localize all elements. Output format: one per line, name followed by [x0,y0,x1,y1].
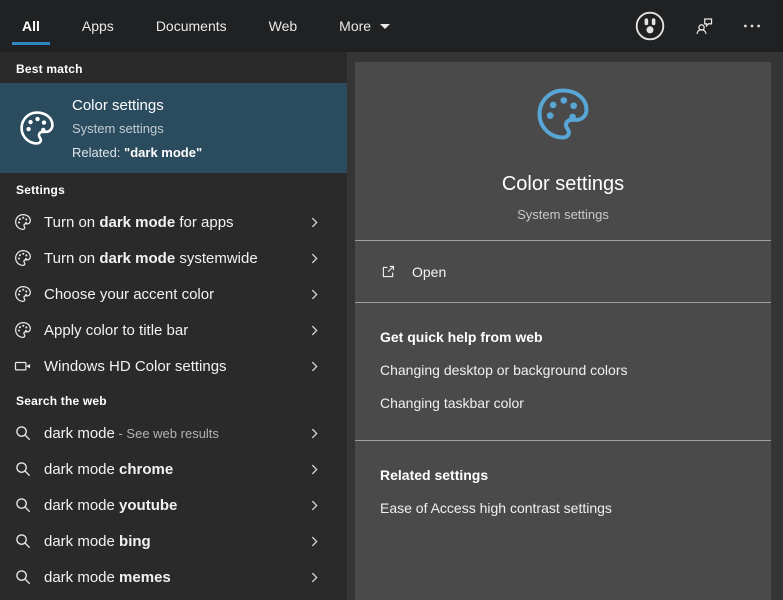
chevron-right-icon [307,570,322,585]
chevron-right-icon [307,426,322,441]
open-external-icon [380,263,397,280]
section-header: Search the web [0,384,347,415]
open-label: Open [412,264,446,280]
chevron-right-icon [307,534,322,549]
preview-subtitle: System settings [355,207,771,222]
best-match-related: Related: "dark mode" [72,145,202,160]
chevron-right-icon [307,498,322,513]
search-result-item[interactable]: dark mode bing [0,523,347,559]
search-icon [13,567,33,587]
search-icon [13,423,33,443]
search-result-item[interactable]: dark mode chrome [0,451,347,487]
search-result-item[interactable]: Turn on dark mode for apps [0,204,347,240]
chevron-right-icon [307,323,322,338]
tab-more[interactable]: More [329,0,400,52]
search-result-item[interactable]: Apply color to title bar [0,312,347,348]
chevron-right-icon [307,287,322,302]
filter-tabs: All Apps Documents Web More [12,0,422,52]
palette-icon [13,212,33,232]
search-result-item[interactable]: Choose your accent color [0,276,347,312]
topbar-actions [633,0,783,52]
result-label: dark mode - See web results [44,425,219,442]
help-link[interactable]: Ease of Access high contrast settings [380,500,612,516]
result-label: Windows HD Color settings [44,358,227,375]
search-result-item[interactable]: dark mode - See web results [0,415,347,451]
preview-section: Get quick help from web Changing desktop … [355,303,771,440]
chevron-right-icon [307,215,322,230]
help-link[interactable]: Changing desktop or background colors [380,362,628,378]
search-result-item[interactable]: Turn on dark mode systemwide [0,240,347,276]
chevron-right-icon [307,462,322,477]
search-icon [13,459,33,479]
section-header: Settings [0,173,347,204]
result-label: dark mode chrome [44,461,173,478]
tab-label: Web [269,18,298,34]
search-icon [13,495,33,515]
palette-icon [13,248,33,268]
preview-section-header: Related settings [380,467,747,483]
tab-label: All [22,18,40,34]
ellipsis-icon[interactable] [741,15,763,37]
best-match-result[interactable]: Color settings System settings Related: … [0,83,347,173]
palette-icon [530,82,596,146]
palette-icon [13,320,33,340]
preview-hero: Color settings System settings [355,62,771,240]
video-icon [13,356,33,376]
result-label: Turn on dark mode systemwide [44,250,258,267]
best-match-title: Color settings [72,97,202,114]
result-label: Turn on dark mode for apps [44,214,234,231]
chevron-down-icon [380,24,390,29]
search-result-item[interactable]: Windows HD Color settings [0,348,347,384]
search-filter-bar: All Apps Documents Web More [0,0,783,52]
preview-title: Color settings [355,173,771,196]
search-icon [13,531,33,551]
chevron-right-icon [307,251,322,266]
result-label: dark mode bing [44,533,151,550]
tab-documents[interactable]: Documents [146,0,237,52]
search-result-item[interactable]: dark mode youtube [0,487,347,523]
help-link[interactable]: Changing taskbar color [380,395,524,411]
palette-icon [13,284,33,304]
tab-all[interactable]: All [12,0,50,52]
tab-label: Documents [156,18,227,34]
tab-web[interactable]: Web [259,0,308,52]
best-match-header: Best match [0,52,347,83]
search-result-item[interactable]: dark mode memes [0,559,347,595]
result-label: Apply color to title bar [44,322,188,339]
best-match-text: Color settings System settings Related: … [72,97,202,160]
rewards-medal-icon[interactable] [633,9,667,43]
tab-label: More [339,18,371,34]
feedback-icon[interactable] [693,15,715,37]
tab-apps[interactable]: Apps [72,0,124,52]
best-match-subtitle: System settings [72,121,202,136]
result-label: Choose your accent color [44,286,214,303]
chevron-right-icon [307,359,322,374]
tab-label: Apps [82,18,114,34]
palette-icon [16,107,58,149]
preview-section: Related settings Ease of Access high cont… [355,441,771,545]
result-label: dark mode youtube [44,497,177,514]
open-button[interactable]: Open [355,241,771,302]
search-results-panel: Best match Color settings System setting… [0,52,347,600]
preview-panel: Color settings System settings Open Get … [355,62,771,600]
preview-section-header: Get quick help from web [380,329,747,345]
result-label: dark mode memes [44,569,171,586]
